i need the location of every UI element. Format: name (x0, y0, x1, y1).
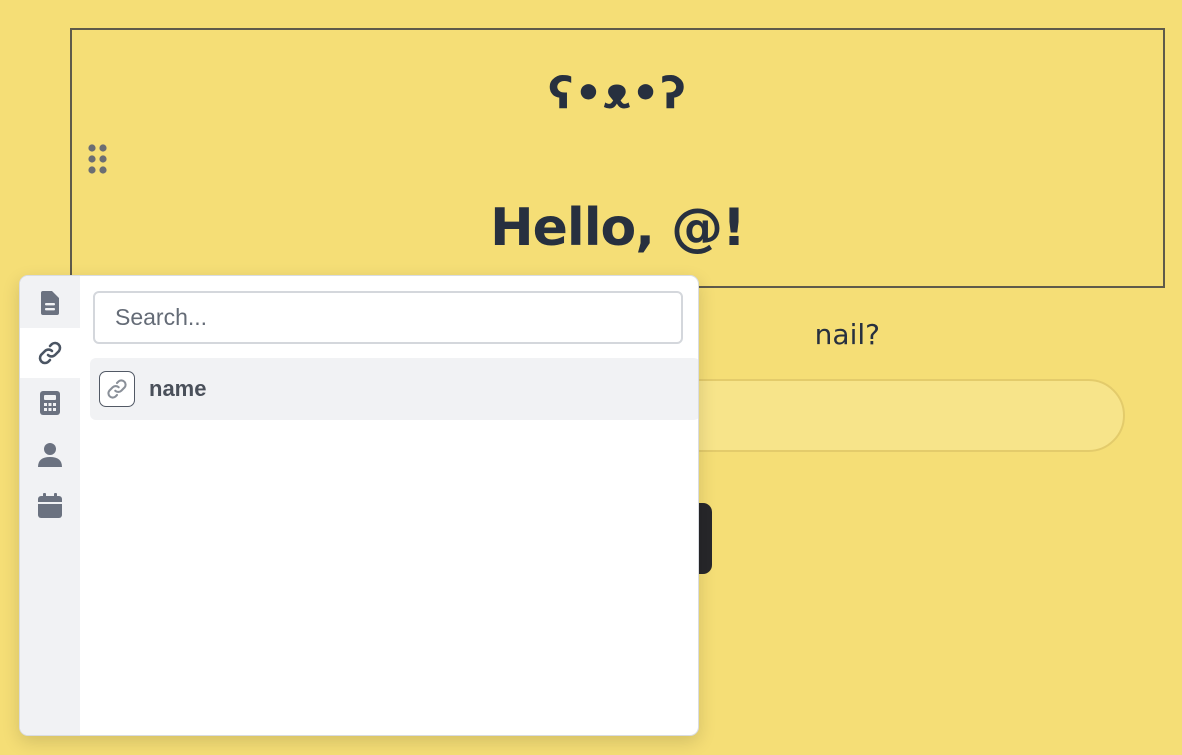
drag-handle-icon[interactable] (87, 143, 109, 175)
tab-dates[interactable] (20, 481, 80, 531)
tab-links[interactable] (20, 328, 80, 378)
variable-picker-popover: name (19, 275, 699, 736)
calculator-icon (39, 390, 61, 416)
link-icon (99, 371, 135, 407)
search-input[interactable] (93, 291, 683, 344)
header-block[interactable]: ʕ•ᴥ•ʔ Hello, @! (70, 28, 1165, 288)
greeting-heading: Hello, @! (490, 198, 746, 258)
link-icon (36, 339, 64, 367)
category-rail (20, 276, 80, 735)
page: ʕ•ᴥ•ʔ Hello, @! nail? Search... name (0, 0, 1182, 755)
person-icon (37, 442, 63, 468)
tab-documents[interactable] (20, 278, 80, 328)
list-item[interactable]: name (90, 358, 698, 420)
kaomoji: ʕ•ᴥ•ʔ (548, 68, 687, 119)
calendar-icon (37, 493, 63, 519)
result-label: name (149, 376, 207, 401)
tab-contacts[interactable] (20, 430, 80, 480)
tab-calculations[interactable] (20, 378, 80, 428)
document-icon (39, 290, 61, 316)
